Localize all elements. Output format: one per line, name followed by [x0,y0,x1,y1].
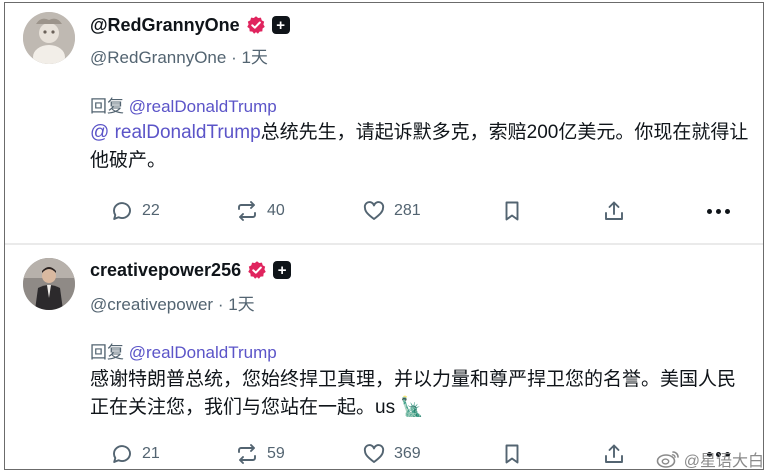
verified-icon [246,16,265,34]
author-row: creativepower256 + [90,258,292,282]
more-icon [705,208,732,214]
more-button[interactable] [705,196,732,226]
action-bar: 22 40 281 [90,196,750,226]
author-row: @RedGrannyOne + [90,13,290,37]
body-mention-link[interactable]: @ realDonaldTrump [90,122,261,143]
reply-context: 回复 @realDonaldTrump [90,92,277,117]
reply-count: 22 [142,202,160,219]
like-icon [363,444,385,463]
reply-button[interactable]: 21 [110,439,160,469]
verified-icon [248,261,266,279]
repost-button[interactable]: 59 [235,439,285,469]
action-bar: 21 59 369 [90,439,750,469]
post-body: @ realDonaldTrump总统先生，请起诉默多克，索赔200亿美元。你现… [90,119,750,175]
reply-button[interactable]: 22 [110,196,160,226]
reply-mention-link[interactable]: @realDonaldTrump [129,97,277,116]
reply-prefix: 回复 [90,343,124,362]
like-button[interactable]: 369 [362,439,421,469]
like-count: 369 [394,445,421,462]
handle-row: @creativepower · 1天 [90,290,255,315]
repost-icon [238,444,256,464]
avatar[interactable] [23,258,75,310]
timestamp[interactable]: · 1天 [231,48,268,67]
repost-count: 40 [267,202,285,219]
share-button[interactable] [602,196,626,226]
bookmark-icon [505,201,519,221]
post-body: 感谢特朗普总统，您始终捍卫真理，并以力量和尊严捍卫您的名誉。美国人民正在关注您，… [90,366,750,422]
share-icon [605,444,623,463]
plus-badge-icon: + [271,16,290,34]
reply-icon [113,202,131,220]
post-1[interactable]: @RedGrannyOne + @RedGrannyOne · 1天 回复 @r… [5,3,763,243]
share-button[interactable] [602,439,626,469]
reply-prefix: 回复 [90,97,124,116]
handle-row: @RedGrannyOne · 1天 [90,43,268,68]
plus-badge-icon: + [273,261,292,279]
repost-icon [238,201,256,221]
reply-mention-link[interactable]: @realDonaldTrump [129,343,277,362]
reply-context: 回复 @realDonaldTrump [90,338,277,363]
bookmark-button[interactable] [500,439,524,469]
repost-count: 59 [267,445,285,462]
bookmark-button[interactable] [500,196,524,226]
display-name[interactable]: creativepower256 [90,260,241,281]
post-text: 感谢特朗普总统，您始终捍卫真理，并以力量和尊严捍卫您的名誉。美国人民正在关注您，… [90,369,737,418]
feed-frame: @RedGrannyOne + @RedGrannyOne · 1天 回复 @r… [4,2,764,470]
like-icon [363,201,385,220]
bookmark-icon [505,444,519,464]
avatar-image [23,258,75,310]
like-button[interactable]: 281 [362,196,421,226]
timestamp[interactable]: · 1天 [218,295,255,314]
watermark: @星语大白 [656,447,764,471]
avatar[interactable] [23,12,75,64]
avatar-image [23,12,75,64]
share-icon [605,201,623,220]
handle[interactable]: @RedGrannyOne [90,48,226,67]
post-divider [5,243,763,245]
weibo-icon [656,451,679,468]
post-2[interactable]: creativepower256 + @creativepower · 1天 回… [5,246,763,469]
reply-count: 21 [142,445,160,462]
display-name[interactable]: @RedGrannyOne [90,15,240,36]
reply-icon [113,445,131,463]
like-count: 281 [394,202,421,219]
handle[interactable]: @creativepower [90,295,213,314]
repost-button[interactable]: 40 [235,196,285,226]
watermark-text: @星语大白 [683,453,764,470]
